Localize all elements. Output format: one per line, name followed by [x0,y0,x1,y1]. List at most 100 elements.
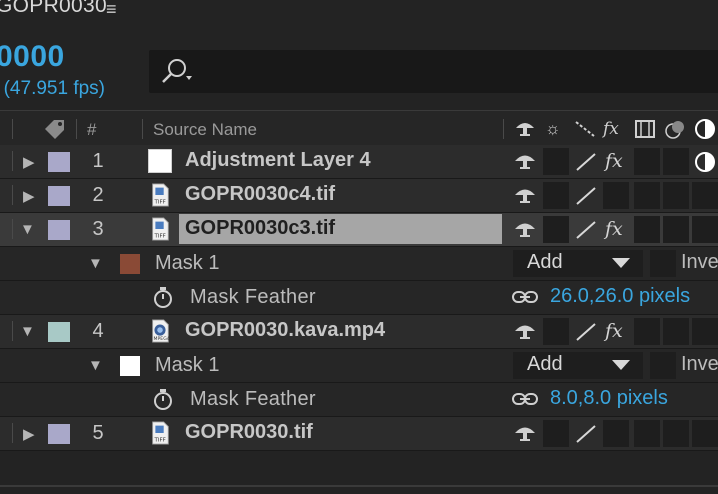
twirl-closed-icon[interactable]: ▶ [23,187,35,205]
constrain-proportions-link-icon[interactable] [512,392,538,406]
panel-bottom-divider [0,485,718,487]
quality-icon[interactable] [574,120,596,138]
column-divider [12,423,13,443]
layer-row[interactable]: ▶ 2 TIFF GOPR0030c4.tif [0,179,718,213]
mask-color-swatch[interactable] [120,356,140,376]
layer-name[interactable]: GOPR0030c3.tif [185,217,335,240]
effect-switch-icon[interactable]: fx [605,320,623,342]
motion-blur-switch[interactable] [663,182,689,209]
mask-row[interactable]: ▼ Mask 1 Add Inve [0,247,718,281]
frame-blend-switch[interactable] [634,182,660,209]
stopwatch-icon[interactable] [152,388,174,410]
adjustment-layer-switch[interactable] [692,318,718,345]
quality-switch-icon[interactable] [574,424,598,444]
label-tag-icon[interactable] [42,117,68,141]
quality-switch-icon[interactable] [574,220,598,240]
layer-row[interactable]: ▼ 4 MPEG4 GOPR0030.kava.mp4 fx [0,315,718,349]
shy-switch-icon[interactable] [513,423,537,445]
layer-number: 4 [92,320,104,342]
effect-switch[interactable] [603,182,629,209]
shy-switch-icon[interactable] [513,185,537,207]
column-divider [142,119,143,139]
effect-switch[interactable] [603,420,629,447]
quality-switch-icon[interactable] [574,152,598,172]
layer-row[interactable]: ▶ 1 Adjustment Layer 4 fx [0,145,718,179]
collapse-switch[interactable] [543,148,569,175]
collapse-switch[interactable] [543,216,569,243]
invert-label: Inve [681,353,718,375]
collapse-transformations-icon[interactable]: ☼ [545,119,561,139]
twirl-open-icon[interactable]: ▼ [88,357,103,374]
comp-tab-title[interactable]: GOPR0030 [0,0,107,18]
effect-switch-icon[interactable]: fx [605,150,623,172]
motion-blur-switch[interactable] [663,216,689,243]
constrain-proportions-link-icon[interactable] [512,290,538,304]
mask-name[interactable]: Mask 1 [155,252,219,275]
shy-switch-icon[interactable] [513,151,537,173]
frame-blend-switch[interactable] [634,216,660,243]
shy-switch-icon[interactable] [513,321,537,343]
mask-name[interactable]: Mask 1 [155,354,219,377]
svg-text:MPEG4: MPEG4 [154,336,170,342]
quality-switch-icon[interactable] [574,186,598,206]
twirl-open-icon[interactable]: ▼ [20,221,35,238]
label-color-swatch[interactable] [48,220,70,240]
svg-text:TIFF: TIFF [153,233,165,239]
invert-checkbox[interactable] [650,250,676,277]
quality-switch-icon[interactable] [574,322,598,342]
shy-icon[interactable] [514,119,536,139]
adjustment-layer-switch[interactable] [692,182,718,209]
mask-feather-value[interactable]: 8.0,8.0 pixels [550,387,668,410]
adjustment-layer-switch[interactable] [692,420,718,447]
twirl-open-icon[interactable]: ▼ [20,323,35,340]
frame-blend-switch[interactable] [634,148,660,175]
adjustment-layer-icon[interactable] [694,118,716,140]
collapse-switch[interactable] [543,420,569,447]
mask-feather-value[interactable]: 26.0,26.0 pixels [550,285,690,308]
invert-checkbox[interactable] [650,352,676,379]
search-input[interactable] [149,50,718,93]
layer-name[interactable]: GOPR0030.kava.mp4 [185,319,385,342]
label-color-swatch[interactable] [48,322,70,342]
frame-blending-icon[interactable] [634,119,656,139]
twirl-closed-icon[interactable]: ▶ [23,425,35,443]
collapse-switch[interactable] [543,182,569,209]
effect-icon[interactable]: fx [603,119,619,139]
source-name-column-header[interactable]: Source Name [153,120,257,140]
property-row[interactable]: Mask Feather 26.0,26.0 pixels [0,281,718,315]
svg-text:TIFF: TIFF [153,437,165,443]
number-column-header[interactable]: # [87,120,96,140]
motion-blur-icon[interactable] [664,119,688,139]
property-row[interactable]: Mask Feather 8.0,8.0 pixels [0,383,718,417]
twirl-open-icon[interactable]: ▼ [88,255,103,272]
property-name: Mask Feather [190,286,316,308]
tiff-file-icon: TIFF [152,421,169,445]
label-color-swatch[interactable] [48,152,70,172]
collapse-switch[interactable] [543,318,569,345]
frame-rate-label: ) (47.951 fps) [0,78,105,99]
motion-blur-switch[interactable] [663,420,689,447]
label-color-swatch[interactable] [48,424,70,444]
stopwatch-icon[interactable] [152,286,174,308]
motion-blur-switch[interactable] [663,148,689,175]
search-icon[interactable] [160,58,194,86]
layer-name[interactable]: Adjustment Layer 4 [185,149,371,172]
adjustment-layer-switch[interactable] [692,216,718,243]
mask-row[interactable]: ▼ Mask 1 Add Inve [0,349,718,383]
frame-blend-switch[interactable] [634,420,660,447]
current-time-display[interactable]: 0000 [0,40,65,74]
shy-switch-icon[interactable] [513,219,537,241]
layer-row[interactable]: ▶ 5 TIFF GOPR0030.tif [0,417,718,451]
frame-blend-switch[interactable] [634,318,660,345]
mask-color-swatch[interactable] [120,254,140,274]
label-color-swatch[interactable] [48,186,70,206]
panel-menu-icon[interactable]: ≡ [106,0,117,20]
layer-name[interactable]: GOPR0030.tif [185,421,313,444]
effect-switch-icon[interactable]: fx [605,218,623,240]
layer-name[interactable]: GOPR0030c4.tif [185,183,335,206]
motion-blur-switch[interactable] [663,318,689,345]
layer-number: 5 [92,422,104,444]
adjustment-layer-switch-icon[interactable] [694,151,716,173]
layer-row-selected[interactable]: ▼ 3 TIFF GOPR0030c3.tif fx [0,213,718,247]
twirl-closed-icon[interactable]: ▶ [23,153,35,171]
